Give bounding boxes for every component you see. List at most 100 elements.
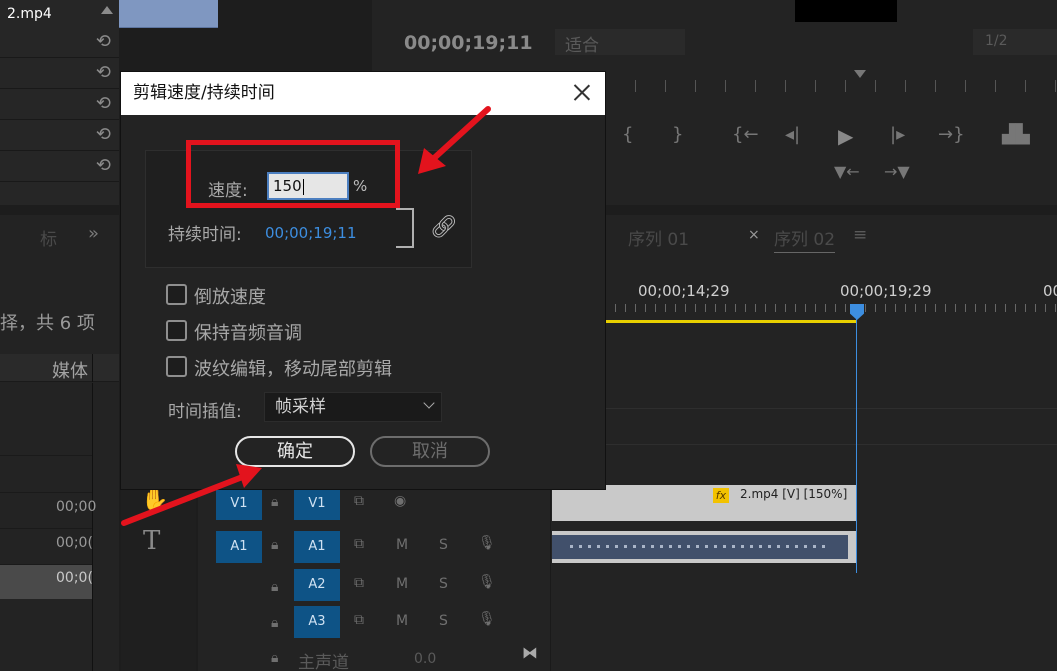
sync-lock-icon[interactable]: ⧉ (354, 612, 364, 628)
tab-sequence-02[interactable]: 序列 02 (774, 225, 836, 253)
v1-track-target[interactable]: V1 (294, 488, 340, 520)
sync-lock-icon[interactable]: ⧉ (354, 536, 364, 552)
v1-source-target[interactable]: V1 (216, 488, 262, 520)
panel-tab-fragment[interactable]: 标 (40, 225, 57, 250)
hand-tool-icon[interactable]: ✋ (141, 488, 168, 513)
zoom-handle-icon[interactable]: ⧓ (522, 643, 538, 662)
tab-sequence-01[interactable]: 序列 01 (628, 225, 689, 250)
ripple-edit-checkbox[interactable] (166, 356, 187, 377)
sync-lock-icon[interactable]: ⧉ (354, 493, 364, 509)
item-count: 择，共 6 项 (0, 313, 95, 334)
list-item[interactable]: 00;0( (0, 529, 93, 565)
close-icon[interactable] (571, 81, 593, 103)
reset-icon[interactable]: ⟲ (96, 93, 111, 114)
lock-icon[interactable]: 🔒︎ (271, 615, 278, 631)
microphone-icon[interactable]: 🎙︎ (478, 611, 496, 627)
waveform-peaks (570, 545, 830, 548)
resolution-dropdown[interactable]: 1/2 (973, 29, 1057, 55)
master-volume[interactable]: 0.0 (414, 651, 436, 667)
link-icon[interactable]: 🔗︎ (430, 215, 458, 240)
overwrite-icon[interactable]: →▼ (884, 162, 910, 181)
media-column-header[interactable]: 媒体 (52, 357, 88, 383)
program-timecode[interactable]: 00;00;19;11 (404, 32, 533, 54)
speed-label: 速度: (208, 181, 248, 201)
play-icon[interactable]: ▶ (838, 124, 853, 148)
go-to-out-icon[interactable]: →} (938, 124, 965, 145)
master-track-label: 主声道 (298, 653, 349, 671)
collapse-up-icon[interactable] (101, 6, 113, 14)
maintain-pitch-checkbox[interactable] (166, 320, 187, 341)
effect-row: ⟲ (0, 121, 119, 151)
list-item[interactable]: 00;00 (0, 493, 96, 529)
monitor-playhead-icon[interactable] (854, 70, 866, 78)
monitor-ruler[interactable] (605, 80, 1057, 92)
audio-waveform (552, 535, 848, 559)
panel-overflow-icon[interactable]: » (88, 223, 99, 244)
dialog-title: 剪辑速度/持续时间 (133, 83, 275, 103)
list-item[interactable] (0, 420, 92, 456)
cancel-button[interactable]: 取消 (370, 436, 490, 467)
text-cursor (302, 178, 304, 195)
lock-icon[interactable]: 🔒︎ (271, 579, 278, 595)
column-divider (92, 383, 93, 671)
mark-out-icon[interactable]: } (672, 124, 683, 145)
tools-panel: ✋ T (121, 460, 196, 671)
fit-label: 适合 (565, 36, 599, 56)
solo-button[interactable]: S (439, 537, 448, 553)
timeline-ruler[interactable] (605, 304, 1057, 312)
solo-button[interactable]: S (439, 576, 448, 592)
effect-row: ⟲ (0, 152, 119, 182)
reverse-speed-checkbox[interactable] (166, 284, 187, 305)
chevron-down-icon (423, 397, 435, 409)
lock-icon[interactable]: 🔒︎ (271, 650, 278, 666)
a1-source-target[interactable]: A1 (216, 531, 262, 563)
mute-button[interactable]: M (396, 537, 408, 553)
item-duration: 00;0( (56, 570, 93, 586)
type-tool-icon[interactable]: T (143, 526, 160, 556)
step-forward-icon[interactable]: |▸ (890, 124, 905, 145)
effect-controls-panel: ⟲ ⟲ ⟲ ⟲ ⟲ (0, 0, 119, 205)
lock-icon[interactable]: 🔒︎ (271, 537, 278, 553)
work-area-bar[interactable] (605, 320, 857, 323)
project-panel: 标 » 择，共 6 项 媒体 00;00 00;0( 00;0( (0, 215, 119, 671)
time-interpolation-select[interactable]: 帧采样 (264, 392, 442, 422)
source-clip-name: 2.mp4 (7, 6, 52, 22)
a2-track-target[interactable]: A2 (294, 569, 340, 601)
ok-button[interactable]: 确定 (235, 436, 355, 467)
panel-menu-icon[interactable]: ≡ (853, 225, 867, 245)
mute-button[interactable]: M (396, 576, 408, 592)
video-clip[interactable]: fx 2.mp4 [V] [150%] (552, 485, 857, 521)
fit-dropdown[interactable]: 适合 (555, 29, 685, 56)
list-item[interactable] (0, 457, 92, 493)
microphone-icon[interactable]: 🎙︎ (478, 574, 496, 590)
lock-icon[interactable]: 🔒︎ (271, 494, 278, 510)
microphone-icon[interactable]: 🎙︎ (478, 535, 496, 551)
header-divider (550, 485, 551, 671)
sync-lock-icon[interactable]: ⧉ (354, 575, 364, 591)
speed-input[interactable]: 150 (267, 172, 349, 200)
close-tab-icon[interactable]: × (748, 227, 760, 243)
reset-icon[interactable]: ⟲ (96, 155, 111, 176)
go-to-in-icon[interactable]: {← (732, 124, 759, 145)
playhead-line[interactable] (856, 315, 857, 573)
audio-clip[interactable] (552, 531, 857, 563)
speed-value: 150 (273, 177, 302, 195)
step-back-icon[interactable]: ◂| (785, 124, 800, 145)
duration-value[interactable]: 00;00;19;11 (265, 224, 357, 242)
list-item-selected[interactable]: 00;0( (0, 565, 93, 599)
mark-in-icon[interactable]: { (622, 124, 633, 145)
reset-icon[interactable]: ⟲ (96, 31, 111, 52)
track-divider (552, 408, 1057, 409)
a1-track-target[interactable]: A1 (294, 531, 340, 563)
playhead-handle[interactable] (850, 304, 864, 320)
insert-icon[interactable]: ▼← (834, 162, 860, 181)
eye-icon[interactable]: ◉ (394, 493, 406, 509)
solo-button[interactable]: S (439, 613, 448, 629)
reset-icon[interactable]: ⟲ (96, 124, 111, 145)
reset-icon[interactable]: ⟲ (96, 62, 111, 83)
column-header-row: 媒体 (0, 354, 119, 382)
mute-button[interactable]: M (396, 613, 408, 629)
lift-icon[interactable]: ▟▙ (1002, 124, 1030, 145)
a3-track-target[interactable]: A3 (294, 606, 340, 638)
video-preview (795, 0, 897, 22)
